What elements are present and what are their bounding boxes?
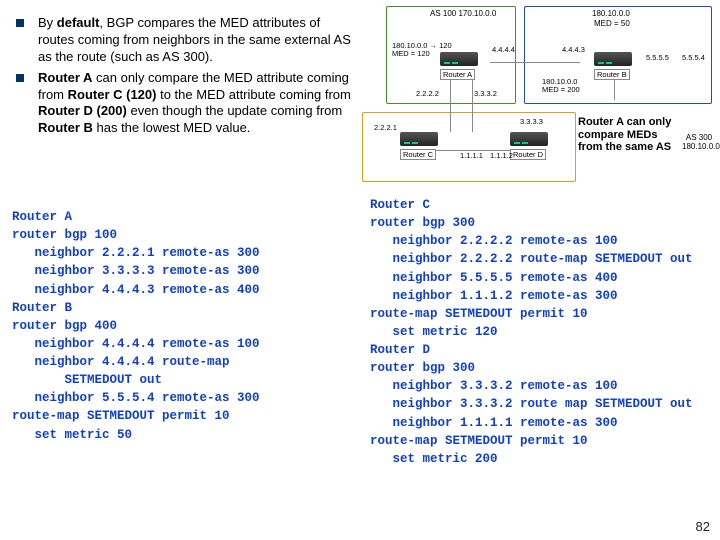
ip-3332: 3.3.3.2 [474,90,497,98]
text: even though the update coming from [127,103,342,118]
bullet-2: Router A can only compare the MED attrib… [10,70,360,138]
router-b-label: Router B [594,69,630,80]
square-bullet-icon [16,19,24,27]
bullet-list: By default, BGP compares the MED attribu… [10,15,360,141]
router-d-label: Router D [510,149,546,160]
ip-5555: 5.5.5.5 [646,54,669,62]
router-b: Router B [594,52,634,80]
ip-5554: 5.5.5.4 [682,54,705,62]
ip-4444: 4.4.4.4 [492,46,515,54]
as300-label: AS 300 180.10.0.0 [682,134,716,152]
square-bullet-icon [16,74,24,82]
med-200: 180.10.0.0 MED = 200 [542,78,580,93]
ip-1111: 1.1.1.1 [460,152,483,160]
router-icon [594,52,632,66]
link-a-c [450,76,451,132]
page-number: 82 [696,519,710,534]
med-120: 180.10.0.0 → 120 MED = 120 [392,42,452,57]
network-diagram: AS 100 170.10.0.0 180.10.0.0 MED = 50 AS… [362,4,717,189]
text-bold: default [57,15,100,30]
router-icon [400,132,438,146]
router-icon [510,132,548,146]
as400-label-2: MED = 50 [594,20,630,29]
ip-2222: 2.2.2.2 [416,90,439,98]
link-a-d [472,76,473,132]
callout: Router A can only compare MEDs from the … [578,116,678,154]
text: has the lowest MED value. [93,120,251,135]
ip-4443: 4.4.4.3 [562,46,585,54]
as400-label-1: 180.10.0.0 [592,10,630,19]
bullet-2-text: Router A can only compare the MED attrib… [38,70,360,138]
text-bold: Router C (120) [68,87,157,102]
router-d: Router D [510,132,550,160]
as100-label: AS 100 170.10.0.0 [430,10,496,19]
text: By [38,15,57,30]
router-c: Router C [400,132,440,160]
text-bold: Router B [38,120,93,135]
text-bold: Router A [38,70,92,85]
ip-1112: 1.1.1.2 [490,152,513,160]
router-a-label: Router A [440,69,475,80]
config-left: Router A router bgp 100 neighbor 2.2.2.1… [12,208,260,444]
bullet-1: By default, BGP compares the MED attribu… [10,15,360,66]
config-right: Router C router bgp 300 neighbor 2.2.2.2… [370,196,693,468]
ip-3333: 3.3.3.3 [520,118,543,126]
text-bold: Router D (200) [38,103,127,118]
text: to the MED attribute coming from [156,87,350,102]
bullet-1-text: By default, BGP compares the MED attribu… [38,15,360,66]
link-a-b [490,62,580,63]
ip-2221: 2.2.2.1 [374,124,397,132]
router-c-label: Router C [400,149,436,160]
